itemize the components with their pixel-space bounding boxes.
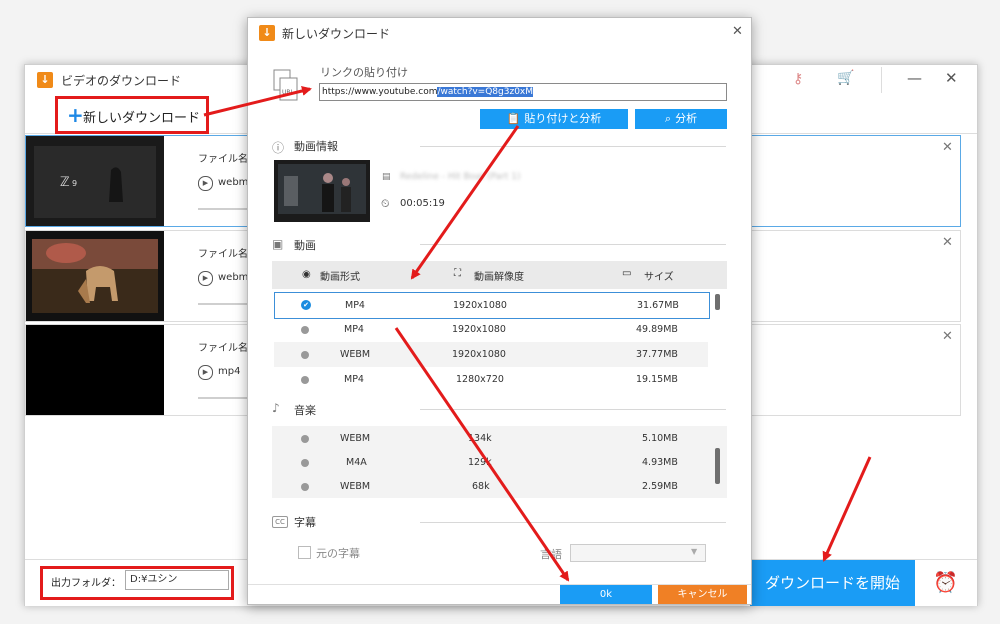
arrow-to-start-button (822, 456, 872, 562)
arrow-to-url-field (203, 86, 312, 117)
annotation-arrows (203, 86, 872, 582)
arrow-to-format-table (410, 125, 520, 280)
arrow-to-ok-button (394, 327, 570, 582)
